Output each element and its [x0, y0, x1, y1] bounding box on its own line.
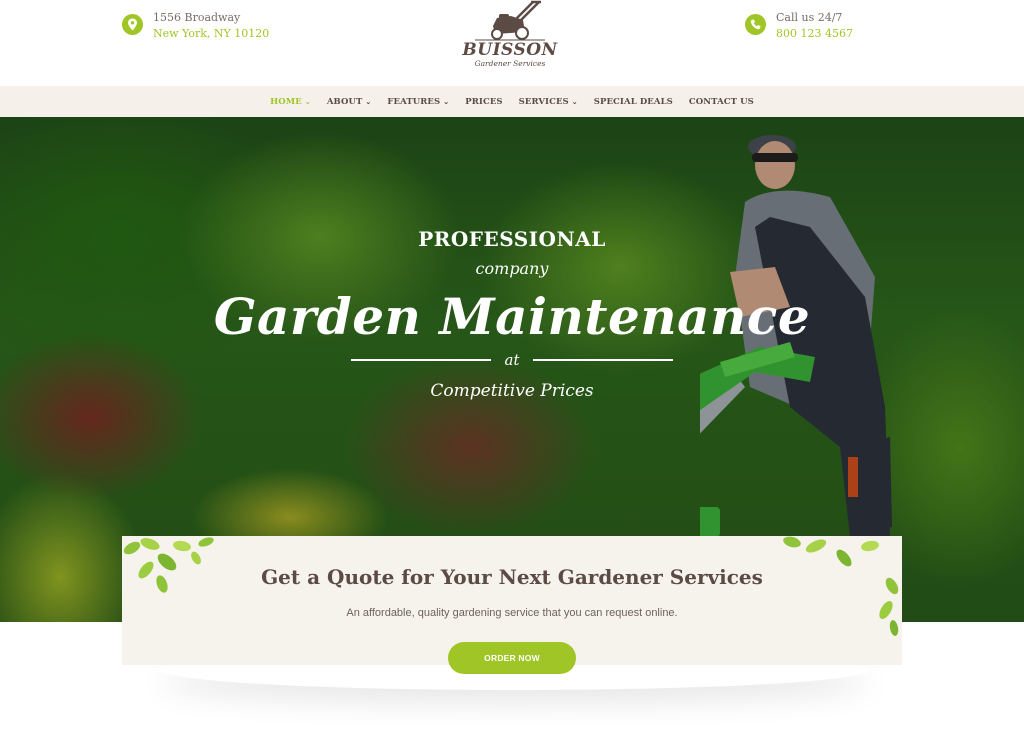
hero-kicker: PROFESSIONAL [418, 227, 606, 251]
nav-label: SPECIAL DEALS [593, 96, 673, 107]
phone-icon [745, 14, 766, 35]
main-nav: HOME ⌄ ABOUT ⌄ FEATURES ⌄ PRICES SERVICE… [0, 86, 1024, 117]
hero-connector: at [504, 351, 520, 369]
hero-divider: at [0, 351, 1024, 369]
nav-label: CONTACT US [688, 96, 754, 107]
nav-item-prices[interactable]: PRICES [465, 97, 502, 107]
site-header: 1556 Broadway New York, NY 10120 BUISSON… [0, 0, 1024, 86]
chevron-down-icon: ⌄ [304, 97, 311, 106]
nav-item-special-deals[interactable]: SPECIAL DEALS [594, 97, 673, 107]
divider-line-left [350, 359, 491, 361]
chevron-down-icon: ⌄ [365, 97, 372, 106]
nav-item-about[interactable]: ABOUT ⌄ [327, 97, 372, 107]
map-pin-icon [122, 14, 143, 35]
chevron-down-icon: ⌄ [443, 97, 450, 106]
site-logo[interactable]: BUISSON Gardener Services [450, 0, 570, 72]
phone-number[interactable]: 800 123 4567 [776, 26, 853, 42]
hero-tagline: Competitive Prices [430, 381, 594, 401]
quote-subtitle: An affordable, quality gardening service… [346, 607, 678, 619]
logo-tagline: Gardener Services [474, 59, 546, 68]
nav-item-contact-us[interactable]: CONTACT US [689, 97, 754, 107]
lawn-mower-icon [475, 0, 545, 41]
nav-label: FEATURES [387, 96, 441, 107]
address-line-1: 1556 Broadway [153, 11, 241, 24]
nav-label: ABOUT [326, 96, 363, 107]
order-now-button[interactable]: ORDER NOW [448, 642, 576, 674]
address-line-2[interactable]: New York, NY 10120 [153, 26, 269, 42]
nav-item-services[interactable]: SERVICES ⌄ [519, 97, 578, 107]
phone-block: Call us 24/7 800 123 4567 [745, 10, 853, 42]
nav-label: SERVICES [518, 96, 569, 107]
chevron-down-icon: ⌄ [571, 97, 578, 106]
phone-label: Call us 24/7 [776, 11, 843, 24]
nav-item-features[interactable]: FEATURES ⌄ [387, 97, 449, 107]
nav-item-home[interactable]: HOME ⌄ [270, 97, 311, 107]
logo-name: BUISSON [462, 40, 558, 60]
hero-subkicker: company [475, 259, 549, 278]
quote-title: Get a Quote for Your Next Gardener Servi… [261, 565, 763, 589]
divider-line-right [533, 359, 674, 361]
address-block: 1556 Broadway New York, NY 10120 [122, 10, 269, 42]
hero-title: Garden Maintenance [213, 287, 811, 346]
nav-label: HOME [270, 96, 302, 107]
nav-label: PRICES [465, 96, 503, 107]
